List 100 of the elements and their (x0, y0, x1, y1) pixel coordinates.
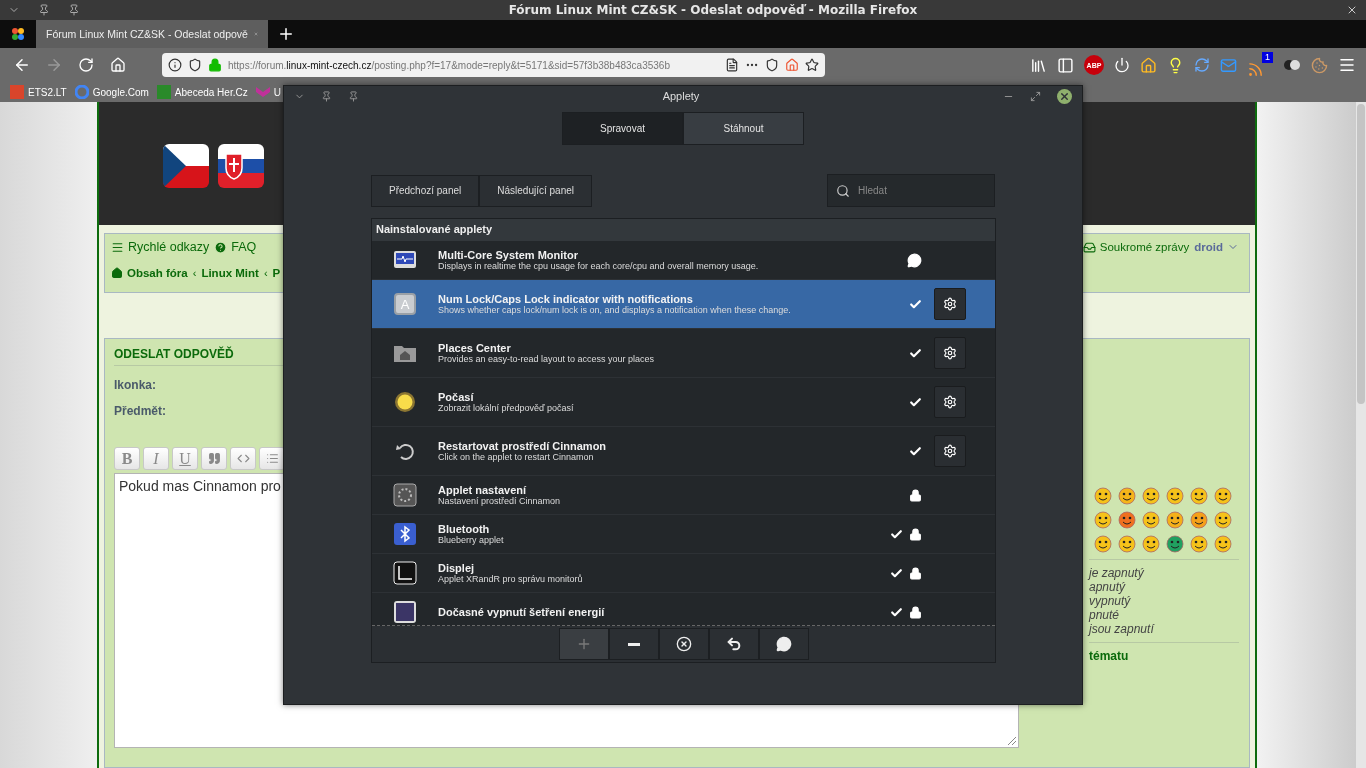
italic-button[interactable]: I (143, 447, 169, 470)
house-icon[interactable] (785, 58, 799, 72)
dialog-tab[interactable]: Stáhnout (683, 112, 804, 145)
info-button[interactable] (758, 628, 809, 660)
applet-description: Displays in realtime the cpu usage for each core/cpu and overall memory usage. (438, 261, 760, 271)
undo-button[interactable] (708, 628, 759, 660)
field-label: Předmět: (114, 404, 166, 418)
breadcrumb-link[interactable]: Linux Mint (201, 267, 259, 279)
url-field[interactable]: https://forum.linux-mint-czech.cz/posting.php?f=17&mode=reply&t=5171&sid=57f3b38b483ca3536b (162, 53, 825, 77)
smiley-icon[interactable] (1166, 511, 1184, 529)
gear-icon (943, 444, 957, 458)
star-icon[interactable] (805, 58, 819, 72)
applet-description: Click on the applet to restart Cinnamon (438, 452, 595, 462)
smiley-icon[interactable] (1094, 487, 1112, 505)
close-icon[interactable] (1346, 4, 1358, 16)
breadcrumb-link[interactable]: P (272, 267, 281, 279)
topic-link[interactable]: tématu (1089, 649, 1249, 663)
list-button[interactable] (259, 447, 285, 470)
settings-button[interactable] (934, 337, 966, 369)
status-text: jsou zapnutí (1089, 622, 1156, 636)
screen-icon (393, 600, 417, 624)
panel-button[interactable]: Předchozí panel (371, 174, 480, 207)
smiley-icon[interactable] (1142, 511, 1160, 529)
bookmark-link[interactable]: U (255, 85, 281, 99)
smiley-icon[interactable] (1190, 511, 1208, 529)
settings-button[interactable] (934, 288, 966, 320)
smiley-icon[interactable] (1094, 535, 1112, 553)
scrollbar-thumb[interactable] (1357, 104, 1365, 404)
resize-grip-icon[interactable] (1008, 737, 1016, 745)
smiley-icon[interactable] (1118, 487, 1136, 505)
bookmark-icon (255, 85, 270, 99)
smiley-icon[interactable] (1214, 511, 1232, 529)
czech-flag-icon (163, 144, 209, 188)
dialog-title: Applety (661, 90, 701, 102)
balls-icon[interactable] (1283, 58, 1301, 72)
pin-icon[interactable] (321, 90, 332, 102)
clear-button[interactable] (658, 628, 709, 660)
bookmark-link[interactable]: ETS2.LT (10, 85, 67, 99)
home-icon (111, 267, 123, 279)
rss-icon[interactable] (1247, 61, 1264, 78)
library-icon[interactable] (1030, 56, 1047, 74)
url-text: https://forum.linux-mint-czech.cz/posting.php?f=17&mode=reply&t=5171&sid=57f3b38b483ca3536b (228, 59, 671, 71)
smiley-icon[interactable] (1166, 487, 1184, 505)
search-field[interactable]: Hledat (827, 174, 995, 207)
smiley-icon[interactable] (1166, 535, 1184, 553)
smiley-icon[interactable] (1190, 487, 1208, 505)
bookmark-icon (156, 85, 171, 99)
pin-icon[interactable] (38, 4, 50, 16)
bookmark-icon (74, 85, 89, 99)
browser-tab[interactable]: Fórum Linux Mint CZ&SK - Odeslat odpově (36, 20, 268, 48)
remove-button[interactable] (608, 628, 659, 660)
applet-title: Dočasné vypnutí šetření energií (438, 606, 606, 618)
help-icon (214, 240, 228, 254)
applet-title: Applet nastavení (438, 484, 528, 496)
dialog-tab[interactable]: Spravovat (562, 112, 683, 145)
sidebar-icon[interactable] (1057, 56, 1074, 74)
power-icon[interactable] (1114, 57, 1130, 73)
faq-link[interactable]: FAQ (214, 240, 257, 254)
status-text: je zapnutý (1089, 566, 1145, 580)
new-tab-icon[interactable] (277, 25, 295, 43)
user-menu[interactable]: droid (1194, 241, 1239, 253)
undo-icon (725, 636, 742, 652)
gear-icon (943, 346, 957, 360)
private-messages-link[interactable]: Soukromé zprávy (1082, 240, 1190, 254)
smiley-icon[interactable] (1118, 511, 1136, 529)
applet-title: Displej (438, 562, 475, 574)
shield-icon (188, 58, 202, 72)
house-icon[interactable] (1140, 56, 1157, 74)
bookmark-link[interactable]: Google.Com (74, 85, 149, 99)
smiley-icon[interactable] (1214, 535, 1232, 553)
smiley-icon[interactable] (1142, 487, 1160, 505)
pin-icon[interactable] (348, 90, 359, 102)
close-button[interactable] (1057, 88, 1072, 104)
gear-icon (943, 395, 957, 409)
panel-button[interactable]: Následující panel (479, 174, 592, 207)
settings-button[interactable] (934, 386, 966, 418)
smiley-icon[interactable] (1190, 535, 1208, 553)
breadcrumb-link[interactable]: Obsah fóra (111, 267, 188, 279)
bold-button[interactable]: B (114, 447, 140, 470)
quick-links-link[interactable]: Rychlé odkazy (111, 240, 210, 254)
app-menu-icon[interactable] (10, 26, 26, 42)
smiley-icon[interactable] (1142, 535, 1160, 553)
quote-button[interactable] (201, 447, 227, 470)
window-title: Fórum Linux Mint CZ&SK - Odeslat odpověď - Mozilla Firefox (507, 3, 919, 17)
maximize-icon[interactable] (1030, 90, 1041, 102)
smiley-icon[interactable] (1214, 487, 1232, 505)
menu-icon[interactable] (1338, 56, 1356, 74)
settings-button[interactable] (934, 435, 966, 467)
pin-icon[interactable] (68, 4, 80, 16)
reader-icon[interactable] (725, 58, 739, 72)
search-input[interactable]: Hledat (856, 184, 976, 197)
field-label: Ikonka: (114, 378, 156, 392)
applet-description: Blueberry applet (438, 535, 505, 545)
smiley-icon[interactable] (1094, 511, 1112, 529)
smiley-icon[interactable] (1118, 535, 1136, 553)
bookmark-link[interactable]: Abeceda Her.Cz (156, 85, 248, 99)
applet-description: Provides an easy-to-read layout to access your places (438, 354, 656, 364)
arrow-right-icon (45, 56, 63, 74)
underline-button[interactable]: U (172, 447, 198, 470)
display-icon (393, 561, 417, 585)
